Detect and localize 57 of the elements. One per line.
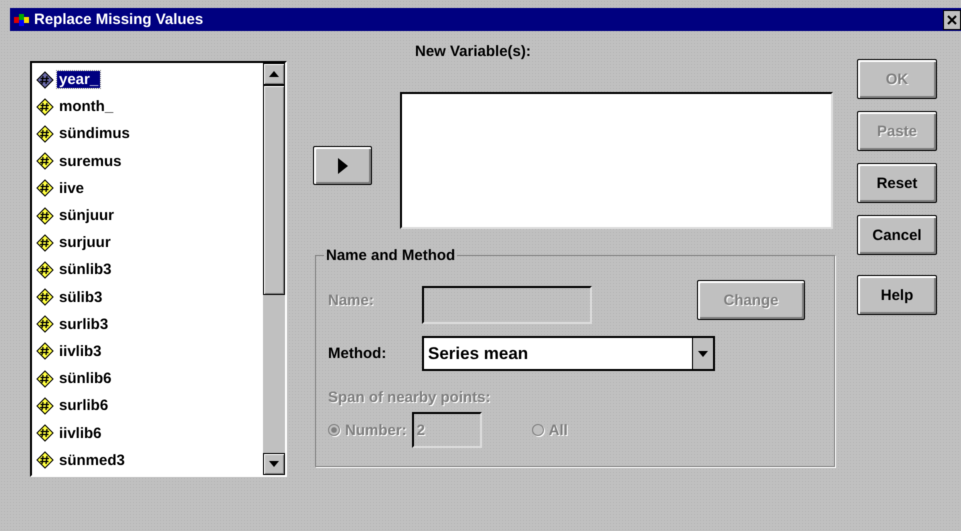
variable-item[interactable]: sünlib3 [57,261,114,278]
scrollbar[interactable] [263,63,285,475]
scroll-down-button[interactable] [263,453,285,475]
numeric-variable-icon [36,98,54,116]
method-label: Method: [328,345,388,362]
numeric-variable-icon [36,451,54,470]
variable-item[interactable]: sündimus [57,125,132,142]
name-field[interactable] [422,286,592,324]
dialog-button[interactable]: Help [857,275,937,315]
numeric-variable-icon [36,424,54,442]
variable-item[interactable]: iive [57,180,86,197]
up-arrow-icon [269,71,279,77]
group-title: Name and Method [325,247,456,264]
numeric-variable-icon [36,179,54,198]
variable-item[interactable]: iivlib6 [57,424,104,442]
numeric-variable-icon [36,152,54,170]
variable-item[interactable]: surlib3 [57,316,110,333]
numeric-variable-icon [36,370,54,388]
variable-list[interactable]: year_ month_ sündimus suremus iive sünjuur surjuur sünlib3 sülib3 surlib3 iivlib3 sünlib6 surlib6 iivlib6 sünmed3 [30,61,287,477]
numeric-variable-icon [36,396,54,415]
scroll-thumb[interactable] [263,85,285,295]
variable-item[interactable]: suremus [57,152,124,170]
span-label: Span of nearby points: [328,389,492,406]
numeric-variable-icon [36,342,54,360]
dropdown-arrow-icon [698,350,708,356]
scroll-up-button[interactable] [263,63,285,85]
window-title: Replace Missing Values [34,11,204,28]
variable-item[interactable]: surlib6 [57,397,110,414]
variable-item[interactable]: year_ [57,71,100,88]
move-button[interactable] [313,146,372,185]
variable-item[interactable]: sünjuur [57,207,116,224]
right-arrow-icon [338,158,348,174]
numeric-variable-icon [36,70,54,89]
method-dropdown[interactable]: Series mean [422,336,715,371]
close-icon [947,14,957,24]
radio-label: Number: [345,422,407,438]
variable-item[interactable]: sünmed3 [57,452,127,469]
close-button[interactable] [943,10,961,30]
new-variables-field[interactable] [400,92,833,229]
variable-item[interactable]: iivlib3 [57,342,104,360]
name-label: Name: [328,292,375,308]
variable-item[interactable]: sünlib6 [57,370,114,388]
variable-item[interactable]: month_ [57,98,116,116]
numeric-variable-icon [36,124,54,143]
numeric-variable-icon [36,288,54,306]
down-arrow-icon [269,461,279,467]
dialog-button[interactable]: Cancel [857,215,937,255]
app-icon [14,12,30,26]
numeric-variable-icon [36,260,54,279]
numeric-variable-icon [36,206,54,225]
variable-item[interactable]: surjuur [57,234,113,252]
radio-label: All [548,422,568,438]
dialog-button[interactable]: Reset [857,163,937,203]
numeric-variable-icon [36,315,54,334]
new-variables-label: New Variable(s): [415,43,532,60]
numeric-variable-icon [36,234,54,252]
variable-item[interactable]: sülib3 [57,288,104,306]
